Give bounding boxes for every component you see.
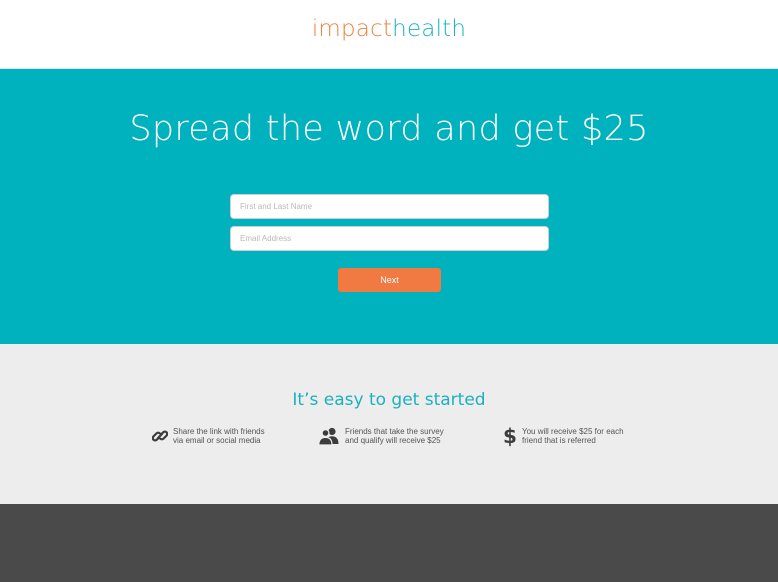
step-share-line1: Share the link with friends <box>173 427 265 436</box>
step-reward-text: You will receive $25 for each friend tha… <box>522 427 624 445</box>
step-friends-text: Friends that take the survey and qualify… <box>345 427 444 445</box>
steps-title: It’s easy to get started <box>292 390 486 410</box>
hero-section: Spread the word and get $25 Next <box>0 69 778 344</box>
email-input[interactable] <box>230 226 549 251</box>
how-it-works-section: It’s easy to get started Share the link … <box>0 344 778 504</box>
step-friends: Friends that take the survey and qualify… <box>318 427 444 445</box>
step-share: Share the link with friends via email or… <box>152 427 265 445</box>
logo-part-health: health <box>392 16 467 42</box>
logo-part-impact: impact <box>311 16 393 42</box>
step-friends-line1: Friends that take the survey <box>345 427 444 436</box>
link-icon <box>152 427 168 445</box>
site-footer <box>0 504 778 582</box>
step-share-text: Share the link with friends via email or… <box>173 427 265 445</box>
name-input[interactable] <box>230 194 549 219</box>
next-button[interactable]: Next <box>338 268 441 292</box>
site-header: impacthealth <box>0 0 778 69</box>
step-reward-line2: friend that is referred <box>522 436 596 445</box>
step-reward-line1: You will receive $25 for each <box>522 427 624 436</box>
users-icon <box>318 427 340 445</box>
hero-title: Spread the word and get $25 <box>129 109 649 149</box>
dollar-icon: $ <box>503 424 517 448</box>
step-share-line2: via email or social media <box>173 436 261 445</box>
step-reward: $ You will receive $25 for each friend t… <box>503 424 624 448</box>
step-friends-line2: and qualify will receive $25 <box>345 436 441 445</box>
impacthealth-logo[interactable]: impacthealth <box>0 16 778 42</box>
